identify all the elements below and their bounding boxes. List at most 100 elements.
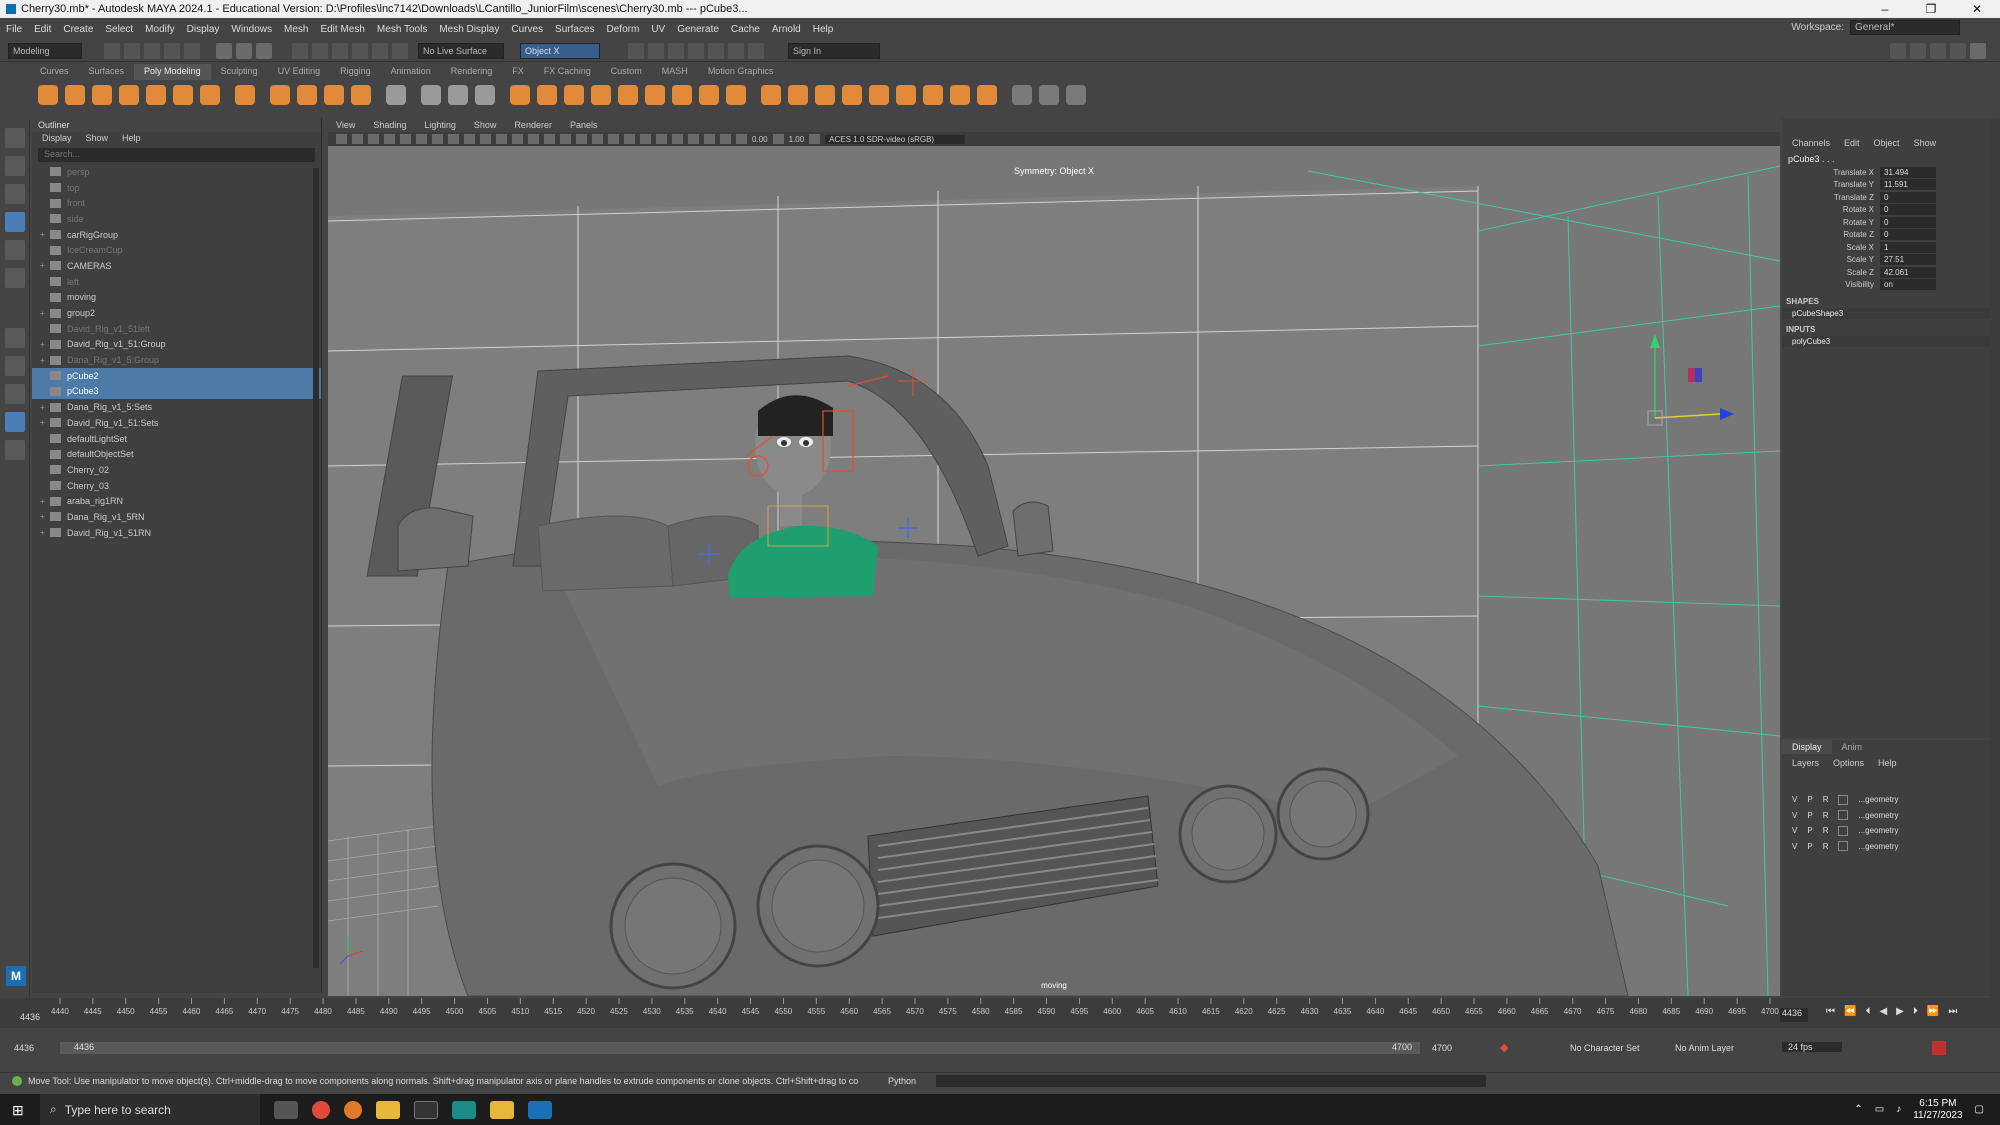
select-component-icon[interactable] — [256, 42, 272, 59]
ipr-render-icon[interactable] — [668, 42, 684, 59]
outliner-item[interactable]: + carRigGroup — [32, 227, 321, 243]
svg-icon[interactable] — [351, 85, 371, 105]
film-gate-icon[interactable] — [448, 134, 459, 144]
open-scene-icon[interactable] — [124, 42, 140, 59]
go-to-start-icon[interactable]: ⏮ — [1826, 1006, 1835, 1017]
menu-deform[interactable]: Deform — [607, 24, 640, 35]
attribute-value-field[interactable]: 0 — [1880, 204, 1936, 216]
color-management-icon[interactable] — [809, 134, 821, 144]
select-tool-icon[interactable] — [5, 128, 25, 148]
four-view-layout-icon[interactable] — [5, 356, 25, 376]
layer-color-swatch[interactable] — [1838, 810, 1849, 821]
display-layer-row[interactable]: V P R ...geometry — [1782, 792, 1990, 808]
display-layer-row[interactable]: V P R ...geometry — [1782, 839, 1990, 855]
layer-reference-toggle[interactable]: R — [1823, 842, 1829, 851]
poly-sphere-icon[interactable] — [38, 85, 58, 105]
live-surface-field[interactable]: No Live Surface — [418, 42, 504, 59]
viewport-panel[interactable]: View Shading Lighting Show Renderer Pane… — [328, 118, 1780, 996]
taskbar-search[interactable]: ⌕ Type here to search — [40, 1094, 260, 1125]
shelf-tab-poly-modeling[interactable]: Poly Modeling — [134, 64, 211, 80]
layer-color-swatch[interactable] — [1838, 841, 1849, 852]
input-node[interactable]: polyCube3 — [1782, 336, 1990, 347]
range-bar[interactable]: 4436 4700 — [60, 1042, 1420, 1054]
outliner-item[interactable]: + David_Rig_v1_51:Group — [32, 337, 321, 353]
character-controls-icon[interactable] — [1910, 42, 1926, 59]
outliner-item[interactable]: + David_Rig_v1_51:Sets — [32, 415, 321, 431]
expand-toggle-icon[interactable]: + — [40, 309, 50, 318]
outliner-item[interactable]: David_Rig_v1_51left — [32, 321, 321, 337]
firefox-icon[interactable] — [344, 1100, 362, 1119]
viewport-scene[interactable] — [328, 146, 1780, 996]
attribute-value-field[interactable]: 42.061 — [1880, 266, 1936, 278]
outliner-item[interactable]: + Dana_Rig_v1_5:Sets — [32, 399, 321, 415]
folder-icon[interactable] — [490, 1100, 514, 1119]
lasso-tool-icon[interactable] — [5, 156, 25, 176]
edge-loop-icon[interactable] — [1039, 85, 1059, 105]
channelbox-menu-channels[interactable]: Channels — [1792, 138, 1830, 148]
layer-playback-toggle[interactable]: P — [1807, 811, 1812, 820]
layer-playback-toggle[interactable]: P — [1807, 842, 1812, 851]
select-hierarchy-icon[interactable] — [216, 42, 232, 59]
menu-edit[interactable]: Edit — [34, 24, 51, 35]
menu-display[interactable]: Display — [187, 24, 220, 35]
ambient-occlusion-icon[interactable] — [640, 134, 651, 144]
viewport-menu-view[interactable]: View — [336, 120, 355, 130]
layer-menu-layers[interactable]: Layers — [1792, 758, 1819, 768]
menu-generate[interactable]: Generate — [677, 24, 719, 35]
merge-icon[interactable] — [923, 85, 943, 105]
channel-box-icon[interactable] — [1970, 42, 1986, 59]
snap-view-icon[interactable] — [352, 42, 368, 59]
gate-mask-icon[interactable] — [480, 134, 491, 144]
attribute-value-field[interactable]: 27.51 — [1880, 254, 1936, 266]
select-object-icon[interactable] — [236, 42, 252, 59]
expand-toggle-icon[interactable]: + — [40, 418, 50, 427]
poly-torus-icon[interactable] — [146, 85, 166, 105]
channelbox-menu-edit[interactable]: Edit — [1844, 138, 1860, 148]
outliner-item[interactable]: pCube3 — [32, 383, 321, 400]
menu-mesh[interactable]: Mesh — [284, 24, 308, 35]
shadows-icon[interactable] — [624, 134, 635, 144]
resolution-gate-icon[interactable] — [464, 134, 475, 144]
wireframe-on-shaded-icon[interactable] — [576, 134, 587, 144]
motion-blur-icon[interactable] — [656, 134, 667, 144]
restore-button[interactable]: ❐ — [1908, 0, 1954, 18]
menu-file[interactable]: File — [6, 24, 22, 35]
outliner-item[interactable]: Cherry_03 — [32, 478, 321, 494]
current-frame-field[interactable]: 4436 — [1780, 1008, 1808, 1022]
step-back-frame-icon[interactable]: ⏴ — [1865, 1006, 1870, 1017]
snap-curve-icon[interactable] — [312, 42, 328, 59]
outliner-item[interactable]: moving — [32, 290, 321, 306]
outliner-item[interactable]: front — [32, 195, 321, 211]
isolate-select-icon[interactable] — [688, 134, 699, 144]
shelf-tab-rendering[interactable]: Rendering — [441, 64, 503, 80]
menu-arnold[interactable]: Arnold — [772, 24, 801, 35]
sign-in-dropdown[interactable]: Sign In — [788, 42, 880, 59]
expand-toggle-icon[interactable]: + — [40, 512, 50, 521]
scale-tool-icon[interactable] — [5, 268, 25, 288]
layer-visibility-toggle[interactable]: V — [1792, 795, 1797, 804]
step-forward-frame-icon[interactable]: ⏵ — [1913, 1006, 1918, 1017]
redo-icon[interactable] — [184, 42, 200, 59]
poke-icon[interactable] — [869, 85, 889, 105]
2d-pan-zoom-icon[interactable] — [400, 134, 411, 144]
render-frame-icon[interactable] — [648, 42, 664, 59]
menu-curves[interactable]: Curves — [511, 24, 543, 35]
outliner-item[interactable]: + CAMERAS — [32, 258, 321, 274]
safe-action-icon[interactable] — [512, 134, 523, 144]
anim-layer-dropdown[interactable]: No Anim Layer — [1675, 1043, 1734, 1053]
grid-toggle-icon[interactable] — [432, 134, 443, 144]
poly-cylinder-icon[interactable] — [92, 85, 112, 105]
platonic-solid-icon[interactable] — [235, 85, 255, 105]
menu-mesh-display[interactable]: Mesh Display — [439, 24, 499, 35]
field-chart-icon[interactable] — [496, 134, 507, 144]
shelf-tab-curves[interactable]: Curves — [30, 64, 79, 80]
outliner-item[interactable]: + David_Rig_v1_51RN — [32, 525, 321, 541]
viewport-menu-lighting[interactable]: Lighting — [424, 120, 456, 130]
retopologize-icon[interactable] — [672, 85, 692, 105]
auto-key-icon[interactable]: ◆ — [1500, 1041, 1508, 1054]
character-set-dropdown[interactable]: No Character Set — [1570, 1043, 1640, 1053]
outliner-item[interactable]: defaultLightSet — [32, 431, 321, 447]
outliner-item[interactable]: IceCreamCup — [32, 242, 321, 258]
menu-surfaces[interactable]: Surfaces — [555, 24, 594, 35]
gamma-field[interactable]: 1.00 — [789, 135, 805, 144]
